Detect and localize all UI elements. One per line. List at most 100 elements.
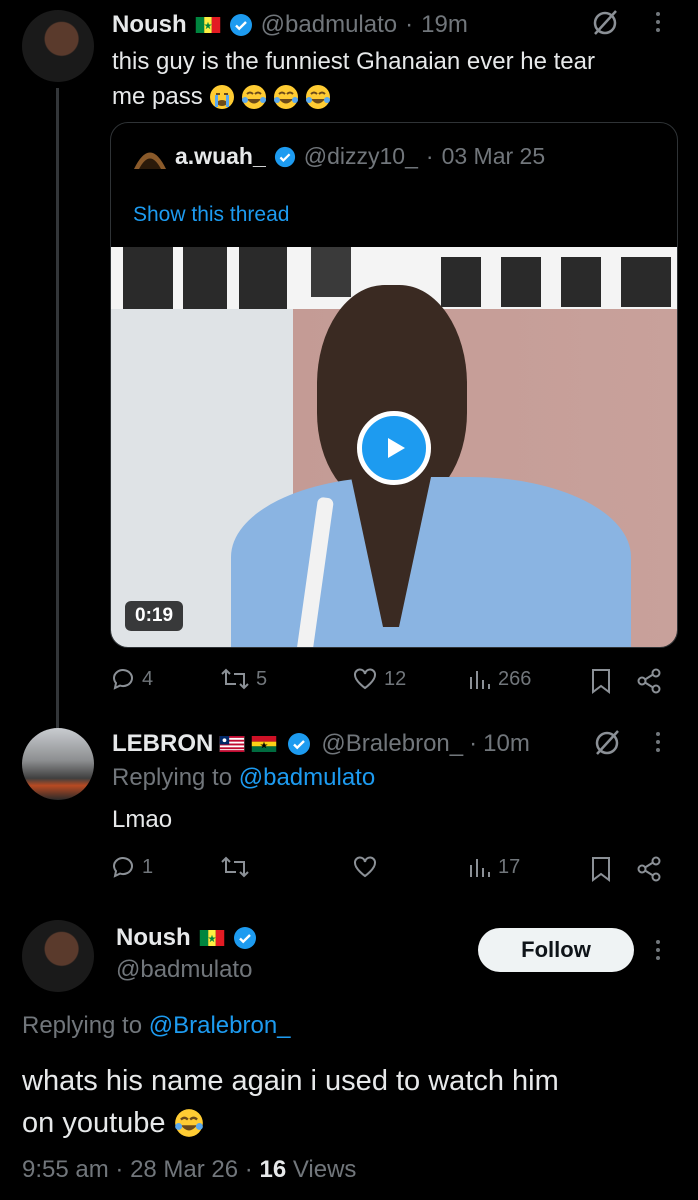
play-icon [388,438,405,458]
reply-count: 1 [142,855,154,878]
main-text-line: on youtube [22,1107,166,1139]
retweet-icon [221,668,249,690]
tears-of-joy-emoji-icon [174,1109,203,1137]
ghana-flag-icon [252,736,277,752]
video-duration: 0:19 [125,601,184,631]
tweet-text-line: this guy is the funniest Ghanaian ever h… [112,48,595,75]
reply-header: LEBRON @Bralebron_ · 10m [112,726,582,762]
more-options-icon[interactable] [656,940,660,960]
retweet-icon [221,856,249,878]
show-thread-link[interactable]: Show this thread [133,203,289,227]
separator: · [425,143,434,169]
timestamp[interactable]: 10m [483,730,530,758]
grok-icon[interactable] [588,6,622,40]
senegal-flag-icon [195,17,220,33]
gate-bar [239,247,287,309]
display-name[interactable]: LEBRON [112,730,213,758]
views-icon [470,671,490,689]
senegal-flag-icon [199,930,224,946]
gate-bar [621,257,671,307]
replying-label: Replying to [22,1012,143,1039]
replying-label: Replying to [112,764,233,791]
gate-bar [501,257,541,307]
follow-button[interactable]: Follow [478,928,634,972]
tweet-header: Noush @badmulato · 19m [112,8,592,42]
grok-icon[interactable] [590,726,624,760]
crying-face-emoji-icon [209,84,234,109]
tweet-time[interactable]: 9:55 am [22,1156,109,1183]
tweet-text-line: me pass [112,83,203,110]
gate-bar [183,247,227,309]
more-options-icon[interactable] [656,732,660,752]
handle[interactable]: @Bralebron_ [321,730,463,758]
tweet-date[interactable]: 28 Mar 26 [130,1156,238,1183]
more-options-icon[interactable] [656,12,660,32]
play-button[interactable] [357,411,431,485]
views-icon [470,859,490,877]
views-button[interactable]: 17 [468,854,520,880]
reply-button[interactable]: 4 [110,666,153,692]
views-count: 16 [259,1156,287,1183]
reply-button[interactable]: 1 [110,854,153,880]
like-count: 12 [384,667,407,690]
separator: · [244,1156,253,1183]
bookmark-icon[interactable] [590,668,612,694]
main-author: Noush @badmulato [116,924,257,984]
handle[interactable]: @badmulato [261,11,397,39]
video-thumbnail[interactable]: 0:19 [111,247,677,647]
separator: · [469,730,478,757]
avatar[interactable] [22,920,94,992]
verified-badge-icon [233,927,256,949]
tears-of-joy-emoji-icon [241,84,266,109]
display-name[interactable]: Noush [116,924,191,952]
retweet-button[interactable]: 5 [220,666,267,692]
replying-handle-link[interactable]: @Bralebron_ [149,1012,291,1039]
views-button[interactable]: 266 [468,666,531,692]
bookmark-icon[interactable] [590,856,612,882]
retweet-count: 5 [256,667,268,690]
tweet-meta: 9:55 am · 28 Mar 26 · 16 Views [22,1156,356,1184]
retweet-button[interactable] [220,854,256,880]
display-name[interactable]: Noush [112,11,187,39]
quote-card[interactable]: a.wuah_ @dizzy10_ · 03 Mar 25 Show this … [110,122,678,648]
heart-icon [354,856,376,878]
quote-handle: @dizzy10_ [303,143,418,169]
like-button[interactable] [352,854,384,880]
heart-icon [354,668,376,690]
share-icon[interactable] [636,856,662,882]
replying-handle-link[interactable]: @badmulato [239,764,375,791]
main-tweet-text: whats his name again i used to watch him… [22,1060,682,1144]
avatar[interactable] [22,728,94,800]
reply-text: Lmao [112,806,173,833]
person-shirt [231,477,631,647]
reply-actions: 1 17 [110,852,670,886]
reply-icon [112,669,133,690]
separator: · [115,1156,124,1183]
gate-bar [561,257,601,307]
thread-line [56,88,59,728]
quote-header: a.wuah_ @dizzy10_ · 03 Mar 25 [133,143,545,170]
views-count: 17 [498,855,521,878]
quote-display-name[interactable]: a.wuah_ [175,143,266,170]
quote-avatar[interactable] [133,144,167,170]
tears-of-joy-emoji-icon [273,84,298,109]
verified-badge-icon [229,14,252,36]
timestamp[interactable]: 19m [421,11,468,39]
handle[interactable]: @badmulato [116,956,257,984]
tears-of-joy-emoji-icon [305,84,330,109]
gate-bar [123,247,173,309]
separator: · [405,11,414,38]
main-text-line: whats his name again i used to watch him [22,1065,559,1097]
gate-bar [311,247,351,297]
quote-date: 03 Mar 25 [441,143,546,169]
tweet-actions: 4 5 12 266 [110,664,670,698]
views-label: Views [292,1156,357,1183]
share-icon[interactable] [636,668,662,694]
tweet-text: this guy is the funniest Ghanaian ever h… [112,44,682,114]
reply-count: 4 [142,667,154,690]
like-button[interactable]: 12 [352,666,406,692]
verified-badge-icon [274,146,295,167]
verified-badge-icon [288,733,311,755]
avatar[interactable] [22,10,94,82]
gate-bar [441,257,481,307]
